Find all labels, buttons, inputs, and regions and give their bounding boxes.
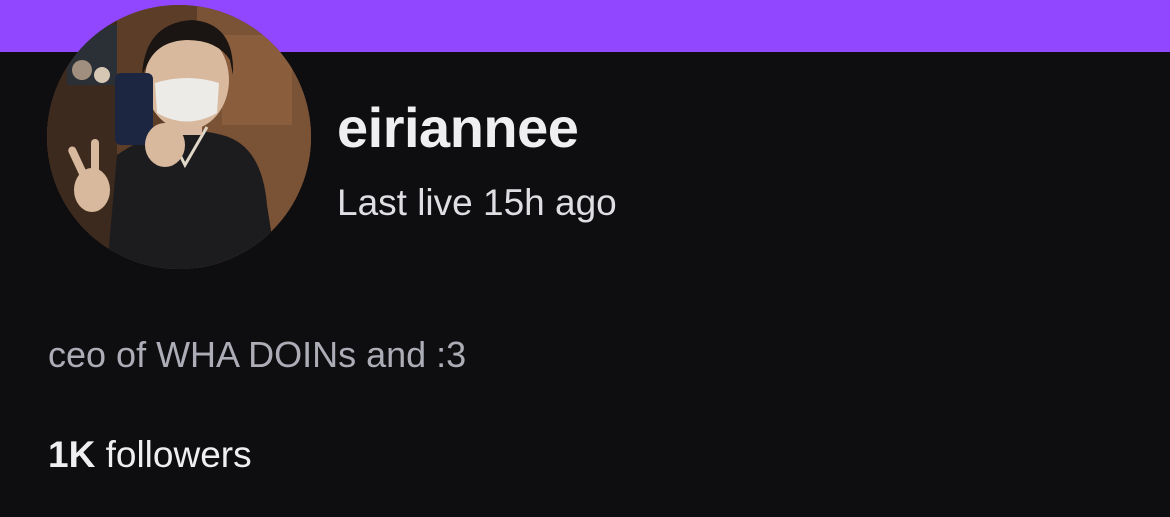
followers-count[interactable]: 1K followers xyxy=(48,433,252,477)
last-live-status: Last live 15h ago xyxy=(337,182,617,223)
channel-username[interactable]: eiriannee xyxy=(337,96,579,160)
channel-profile-page: eiriannee Last live 15h ago ceo of WHA D… xyxy=(0,0,1170,517)
followers-number: 1K xyxy=(48,434,96,475)
avatar[interactable] xyxy=(47,5,311,269)
avatar-photo-icon xyxy=(47,5,311,269)
followers-label: followers xyxy=(105,434,252,475)
channel-bio: ceo of WHA DOINs and :3 xyxy=(48,334,467,375)
